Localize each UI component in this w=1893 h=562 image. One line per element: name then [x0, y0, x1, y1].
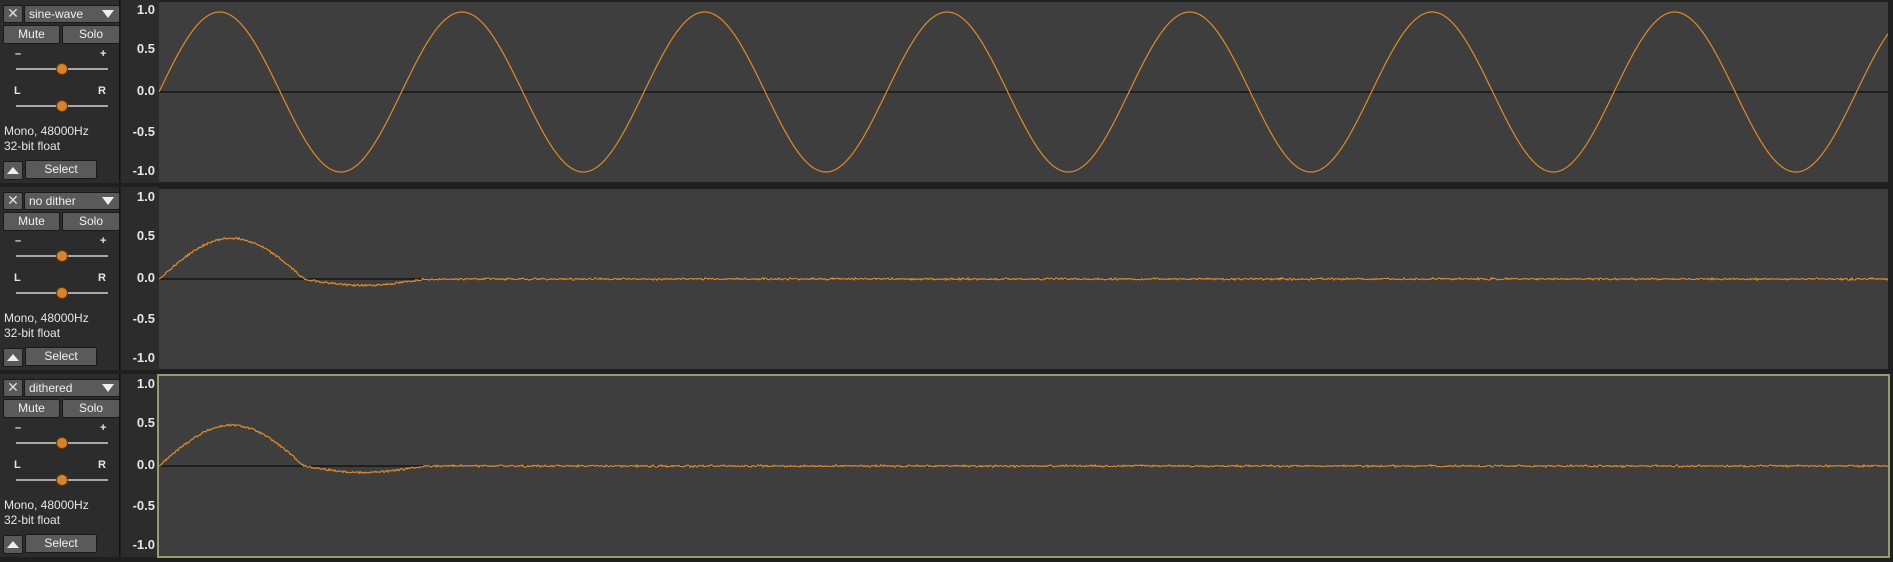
close-icon[interactable]: ✕ — [3, 379, 23, 397]
waveform-svg — [159, 11, 1888, 173]
ruler-label: 0.0 — [136, 83, 155, 98]
collapse-button[interactable] — [3, 161, 23, 180]
mute-button[interactable]: Mute — [3, 212, 60, 231]
track-name-menu-button[interactable]: no dither — [24, 192, 120, 210]
track-name: dithered — [29, 381, 73, 395]
pan-left-label: L — [14, 459, 21, 471]
collapse-button[interactable] — [3, 348, 23, 367]
track-bit-depth-info: 32-bit float — [4, 326, 61, 340]
ruler-label: -0.5 — [132, 124, 155, 139]
ruler-label: -1.0 — [132, 163, 155, 178]
pan-slider[interactable] — [16, 100, 108, 112]
pan-right-label: R — [98, 272, 106, 284]
gain-slider[interactable] — [16, 250, 108, 262]
pan-slider-thumb[interactable] — [56, 100, 68, 112]
pan-left-label: L — [14, 85, 21, 97]
track-bit-depth-info: 32-bit float — [4, 513, 61, 527]
track-name: sine-wave — [29, 7, 84, 21]
close-icon[interactable]: ✕ — [3, 192, 23, 210]
gain-plus-label: + — [100, 235, 107, 247]
ruler-label: 1.0 — [136, 376, 155, 391]
gain-minus-label: – — [15, 422, 22, 434]
track-no-dither[interactable]: ✕ no dither Mute Solo – + L R Mono, 4800… — [0, 187, 1893, 370]
ruler-label: -1.0 — [132, 537, 155, 552]
waveform-svg — [159, 423, 1888, 475]
track-control-panel: ✕ sine-wave Mute Solo – + L R Mono, 4800… — [0, 0, 120, 183]
gain-plus-label: + — [100, 422, 107, 434]
ruler-label: -0.5 — [132, 311, 155, 326]
solo-button[interactable]: Solo — [62, 25, 120, 44]
ruler-label: 1.0 — [136, 2, 155, 17]
collapse-button[interactable] — [3, 535, 23, 554]
solo-button[interactable]: Solo — [62, 212, 120, 231]
gain-plus-label: + — [100, 48, 107, 60]
mute-button[interactable]: Mute — [3, 399, 60, 418]
waveform-display[interactable] — [157, 374, 1890, 558]
track-format-info: Mono, 48000Hz — [4, 311, 89, 325]
pan-slider[interactable] — [16, 287, 108, 299]
track-sine-wave[interactable]: ✕ sine-wave Mute Solo – + L R Mono, 4800… — [0, 0, 1893, 183]
pan-right-label: R — [98, 459, 106, 471]
close-icon[interactable]: ✕ — [3, 5, 23, 23]
pan-slider-thumb[interactable] — [56, 474, 68, 486]
select-button[interactable]: Select — [25, 160, 97, 179]
track-format-info: Mono, 48000Hz — [4, 124, 89, 138]
track-name-menu-button[interactable]: sine-wave — [24, 5, 120, 23]
pan-slider[interactable] — [16, 474, 108, 486]
track-control-panel: ✕ dithered Mute Solo – + L R Mono, 48000… — [0, 374, 120, 557]
ruler-label: 0.5 — [136, 228, 155, 243]
amplitude-ruler: 1.0 0.5 0.0 -0.5 -1.0 — [121, 187, 159, 370]
select-button[interactable]: Select — [25, 534, 97, 553]
waveform-display[interactable] — [159, 2, 1888, 182]
gain-slider-thumb[interactable] — [56, 63, 68, 75]
pan-left-label: L — [14, 272, 21, 284]
track-control-panel: ✕ no dither Mute Solo – + L R Mono, 4800… — [0, 187, 120, 370]
ruler-label: 0.5 — [136, 41, 155, 56]
ruler-label: -0.5 — [132, 498, 155, 513]
track-bit-depth-info: 32-bit float — [4, 139, 61, 153]
gain-slider-thumb[interactable] — [56, 437, 68, 449]
ruler-label: 0.0 — [136, 270, 155, 285]
gain-slider[interactable] — [16, 437, 108, 449]
ruler-label: -1.0 — [132, 350, 155, 365]
chevron-down-icon — [102, 197, 114, 205]
track-name-menu-button[interactable]: dithered — [24, 379, 120, 397]
chevron-up-icon — [7, 541, 19, 548]
chevron-up-icon — [7, 167, 19, 174]
amplitude-ruler: 1.0 0.5 0.0 -0.5 -1.0 — [121, 0, 159, 183]
waveform-display[interactable] — [159, 189, 1888, 369]
select-button[interactable]: Select — [25, 347, 97, 366]
amplitude-ruler: 1.0 0.5 0.0 -0.5 -1.0 — [121, 374, 159, 557]
waveform-svg — [159, 236, 1888, 288]
ruler-label: 0.5 — [136, 415, 155, 430]
pan-right-label: R — [98, 85, 106, 97]
gain-minus-label: – — [15, 235, 22, 247]
solo-button[interactable]: Solo — [62, 399, 120, 418]
pan-slider-thumb[interactable] — [56, 287, 68, 299]
track-dithered[interactable]: ✕ dithered Mute Solo – + L R Mono, 48000… — [0, 374, 1893, 558]
ruler-label: 1.0 — [136, 189, 155, 204]
mute-button[interactable]: Mute — [3, 25, 60, 44]
ruler-label: 0.0 — [136, 457, 155, 472]
chevron-up-icon — [7, 354, 19, 361]
chevron-down-icon — [102, 384, 114, 392]
gain-minus-label: – — [15, 48, 22, 60]
gain-slider[interactable] — [16, 63, 108, 75]
gain-slider-thumb[interactable] — [56, 250, 68, 262]
track-format-info: Mono, 48000Hz — [4, 498, 89, 512]
chevron-down-icon — [102, 10, 114, 18]
track-name: no dither — [29, 194, 76, 208]
